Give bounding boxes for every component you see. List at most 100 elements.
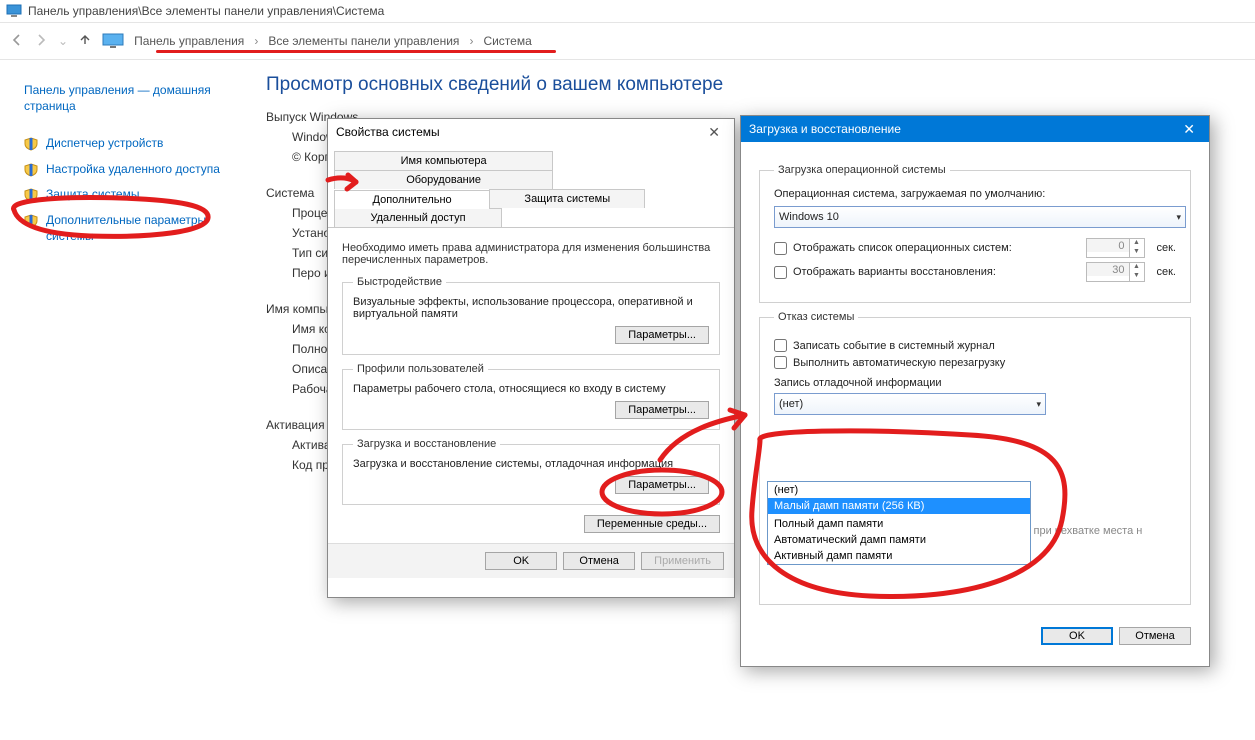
dialog-titlebar[interactable]: Свойства системы ✕	[328, 119, 734, 145]
sidebar-protection[interactable]: Защита системы	[22, 182, 242, 208]
dialog-footer: OK Отмена	[741, 621, 1209, 659]
cancel-button[interactable]: Отмена	[1119, 627, 1191, 645]
system-icon	[6, 3, 22, 19]
performance-params-button[interactable]: Параметры...	[615, 326, 709, 344]
startup-recovery-dialog: Загрузка и восстановление ✕ Загрузка опе…	[740, 115, 1210, 667]
profiles-params-button[interactable]: Параметры...	[615, 401, 709, 419]
startup-legend: Загрузка и восстановление	[353, 438, 500, 450]
annotation-underline	[156, 50, 556, 53]
forward-icon[interactable]	[34, 33, 48, 50]
shield-icon	[24, 188, 38, 202]
window-titlebar: Панель управления\Все элементы панели уп…	[0, 0, 1255, 23]
navbar: ⌄ Панель управления › Все элементы панел…	[0, 23, 1255, 60]
dialog-titlebar[interactable]: Загрузка и восстановление ✕	[741, 116, 1209, 142]
show-os-list-label: Отображать список операционных систем:	[793, 242, 1080, 254]
dump-option[interactable]: (нет)	[768, 482, 1030, 498]
up-icon[interactable]	[78, 33, 92, 50]
sidebar-home-label: Панель управления — домашняя страница	[24, 83, 240, 114]
dump-option-selected[interactable]: Малый дамп памяти (256 КВ)	[768, 498, 1030, 514]
dump-select[interactable]: (нет) ▾	[774, 393, 1046, 415]
breadcrumb-c[interactable]: Система	[483, 34, 531, 48]
page-heading: Просмотр основных сведений о вашем компь…	[266, 74, 1237, 96]
chevron-down-icon: ▾	[1036, 399, 1041, 410]
dump-dropdown[interactable]: (нет) Малый дамп памяти (256 КВ) Дамп яд…	[767, 481, 1031, 565]
shield-icon	[24, 137, 38, 151]
failure-legend: Отказ системы	[774, 311, 858, 323]
default-os-value: Windows 10	[779, 211, 839, 223]
breadcrumb-sep: ›	[469, 34, 473, 48]
os-list-time-spinner[interactable]: ▲▼	[1086, 238, 1145, 258]
startup-text: Загрузка и восстановление системы, отлад…	[353, 458, 709, 470]
profiles-text: Параметры рабочего стола, относящиеся ко…	[353, 383, 709, 395]
default-os-select[interactable]: Windows 10 ▾	[774, 206, 1186, 228]
dump-option[interactable]: Полный дамп памяти	[768, 516, 1030, 532]
apply-button[interactable]: Применить	[641, 552, 724, 570]
os-list-time-value[interactable]	[1087, 239, 1129, 252]
sidebar-item-label: Настройка удаленного доступа	[46, 162, 220, 178]
admin-note: Необходимо иметь права администратора дл…	[342, 242, 720, 266]
os-boot-group: Загрузка операционной системы Операционн…	[759, 164, 1191, 303]
cancel-button[interactable]: Отмена	[563, 552, 635, 570]
sidebar-device-manager[interactable]: Диспетчер устройств	[22, 131, 242, 157]
dump-option[interactable]: Автоматический дамп памяти	[768, 532, 1030, 548]
tab-advanced[interactable]: Дополнительно	[334, 190, 490, 209]
window-title: Панель управления\Все элементы панели уп…	[28, 4, 384, 18]
dialog-title: Загрузка и восстановление	[749, 122, 901, 136]
auto-reboot-label: Выполнить автоматическую перезагрузку	[793, 357, 1005, 369]
recent-icon[interactable]: ⌄	[58, 34, 68, 48]
shield-icon	[24, 214, 38, 228]
show-recovery-row: Отображать варианты восстановления: ▲▼ с…	[774, 262, 1176, 282]
chevron-down-icon: ▾	[1176, 212, 1181, 223]
startup-group: Загрузка и восстановление Загрузка и вос…	[342, 438, 720, 505]
back-icon[interactable]	[10, 33, 24, 50]
sec-label: сек.	[1157, 242, 1177, 254]
show-recovery-checkbox[interactable]	[774, 266, 787, 279]
system-properties-dialog: Свойства системы ✕ Имя компьютера Оборуд…	[327, 118, 735, 598]
sec-label: сек.	[1157, 266, 1177, 278]
dialog-footer: OK Отмена Применить	[328, 543, 734, 578]
performance-text: Визуальные эффекты, использование процес…	[353, 296, 709, 320]
sidebar-item-label: Диспетчер устройств	[46, 136, 163, 152]
dump-select-value: (нет)	[779, 398, 803, 410]
ok-button[interactable]: OK	[1041, 627, 1113, 645]
sidebar-item-label: Защита системы	[46, 187, 139, 203]
default-os-label: Операционная система, загружаемая по умо…	[774, 188, 1176, 200]
sidebar-remote[interactable]: Настройка удаленного доступа	[22, 157, 242, 183]
env-vars-button[interactable]: Переменные среды...	[584, 515, 720, 533]
show-recovery-label: Отображать варианты восстановления:	[793, 266, 1080, 278]
breadcrumb-b[interactable]: Все элементы панели управления	[268, 34, 459, 48]
close-icon[interactable]: ✕	[702, 124, 726, 141]
breadcrumb-sep: ›	[254, 34, 258, 48]
breadcrumb-a[interactable]: Панель управления	[134, 34, 244, 48]
dump-option[interactable]: Активный дамп памяти	[768, 548, 1030, 564]
sidebar-home[interactable]: Панель управления — домашняя страница	[22, 78, 242, 119]
sidebar: Панель управления — домашняя страница Ди…	[0, 60, 248, 486]
log-event-checkbox[interactable]	[774, 339, 787, 352]
tab-hardware[interactable]: Оборудование	[334, 170, 553, 189]
close-icon[interactable]: ✕	[1177, 121, 1201, 138]
dialog-body: Необходимо иметь права администратора дл…	[328, 228, 734, 543]
recovery-time-value[interactable]	[1087, 263, 1129, 276]
os-boot-legend: Загрузка операционной системы	[774, 164, 950, 176]
profiles-legend: Профили пользователей	[353, 363, 488, 375]
startup-params-button[interactable]: Параметры...	[615, 476, 709, 494]
recovery-time-spinner[interactable]: ▲▼	[1086, 262, 1145, 282]
show-os-list-row: Отображать список операционных систем: ▲…	[774, 238, 1176, 258]
tab-remote[interactable]: Удаленный доступ	[334, 208, 502, 227]
performance-group: Быстродействие Визуальные эффекты, испол…	[342, 276, 720, 355]
auto-reboot-checkbox[interactable]	[774, 356, 787, 369]
sidebar-advanced[interactable]: Дополнительные параметры системы	[22, 208, 242, 249]
tab-protection[interactable]: Защита системы	[489, 189, 645, 208]
tabs: Имя компьютера Оборудование Дополнительн…	[328, 145, 734, 228]
show-os-list-checkbox[interactable]	[774, 242, 787, 255]
tab-computer-name[interactable]: Имя компьютера	[334, 151, 553, 170]
dump-label: Запись отладочной информации	[774, 377, 1176, 389]
profiles-group: Профили пользователей Параметры рабочего…	[342, 363, 720, 430]
dialog-title: Свойства системы	[336, 125, 440, 139]
ok-button[interactable]: OK	[485, 552, 557, 570]
performance-legend: Быстродействие	[353, 276, 446, 288]
monitor-icon	[102, 33, 124, 49]
log-event-label: Записать событие в системный журнал	[793, 340, 995, 352]
sidebar-item-label: Дополнительные параметры системы	[46, 213, 240, 244]
shield-icon	[24, 163, 38, 177]
